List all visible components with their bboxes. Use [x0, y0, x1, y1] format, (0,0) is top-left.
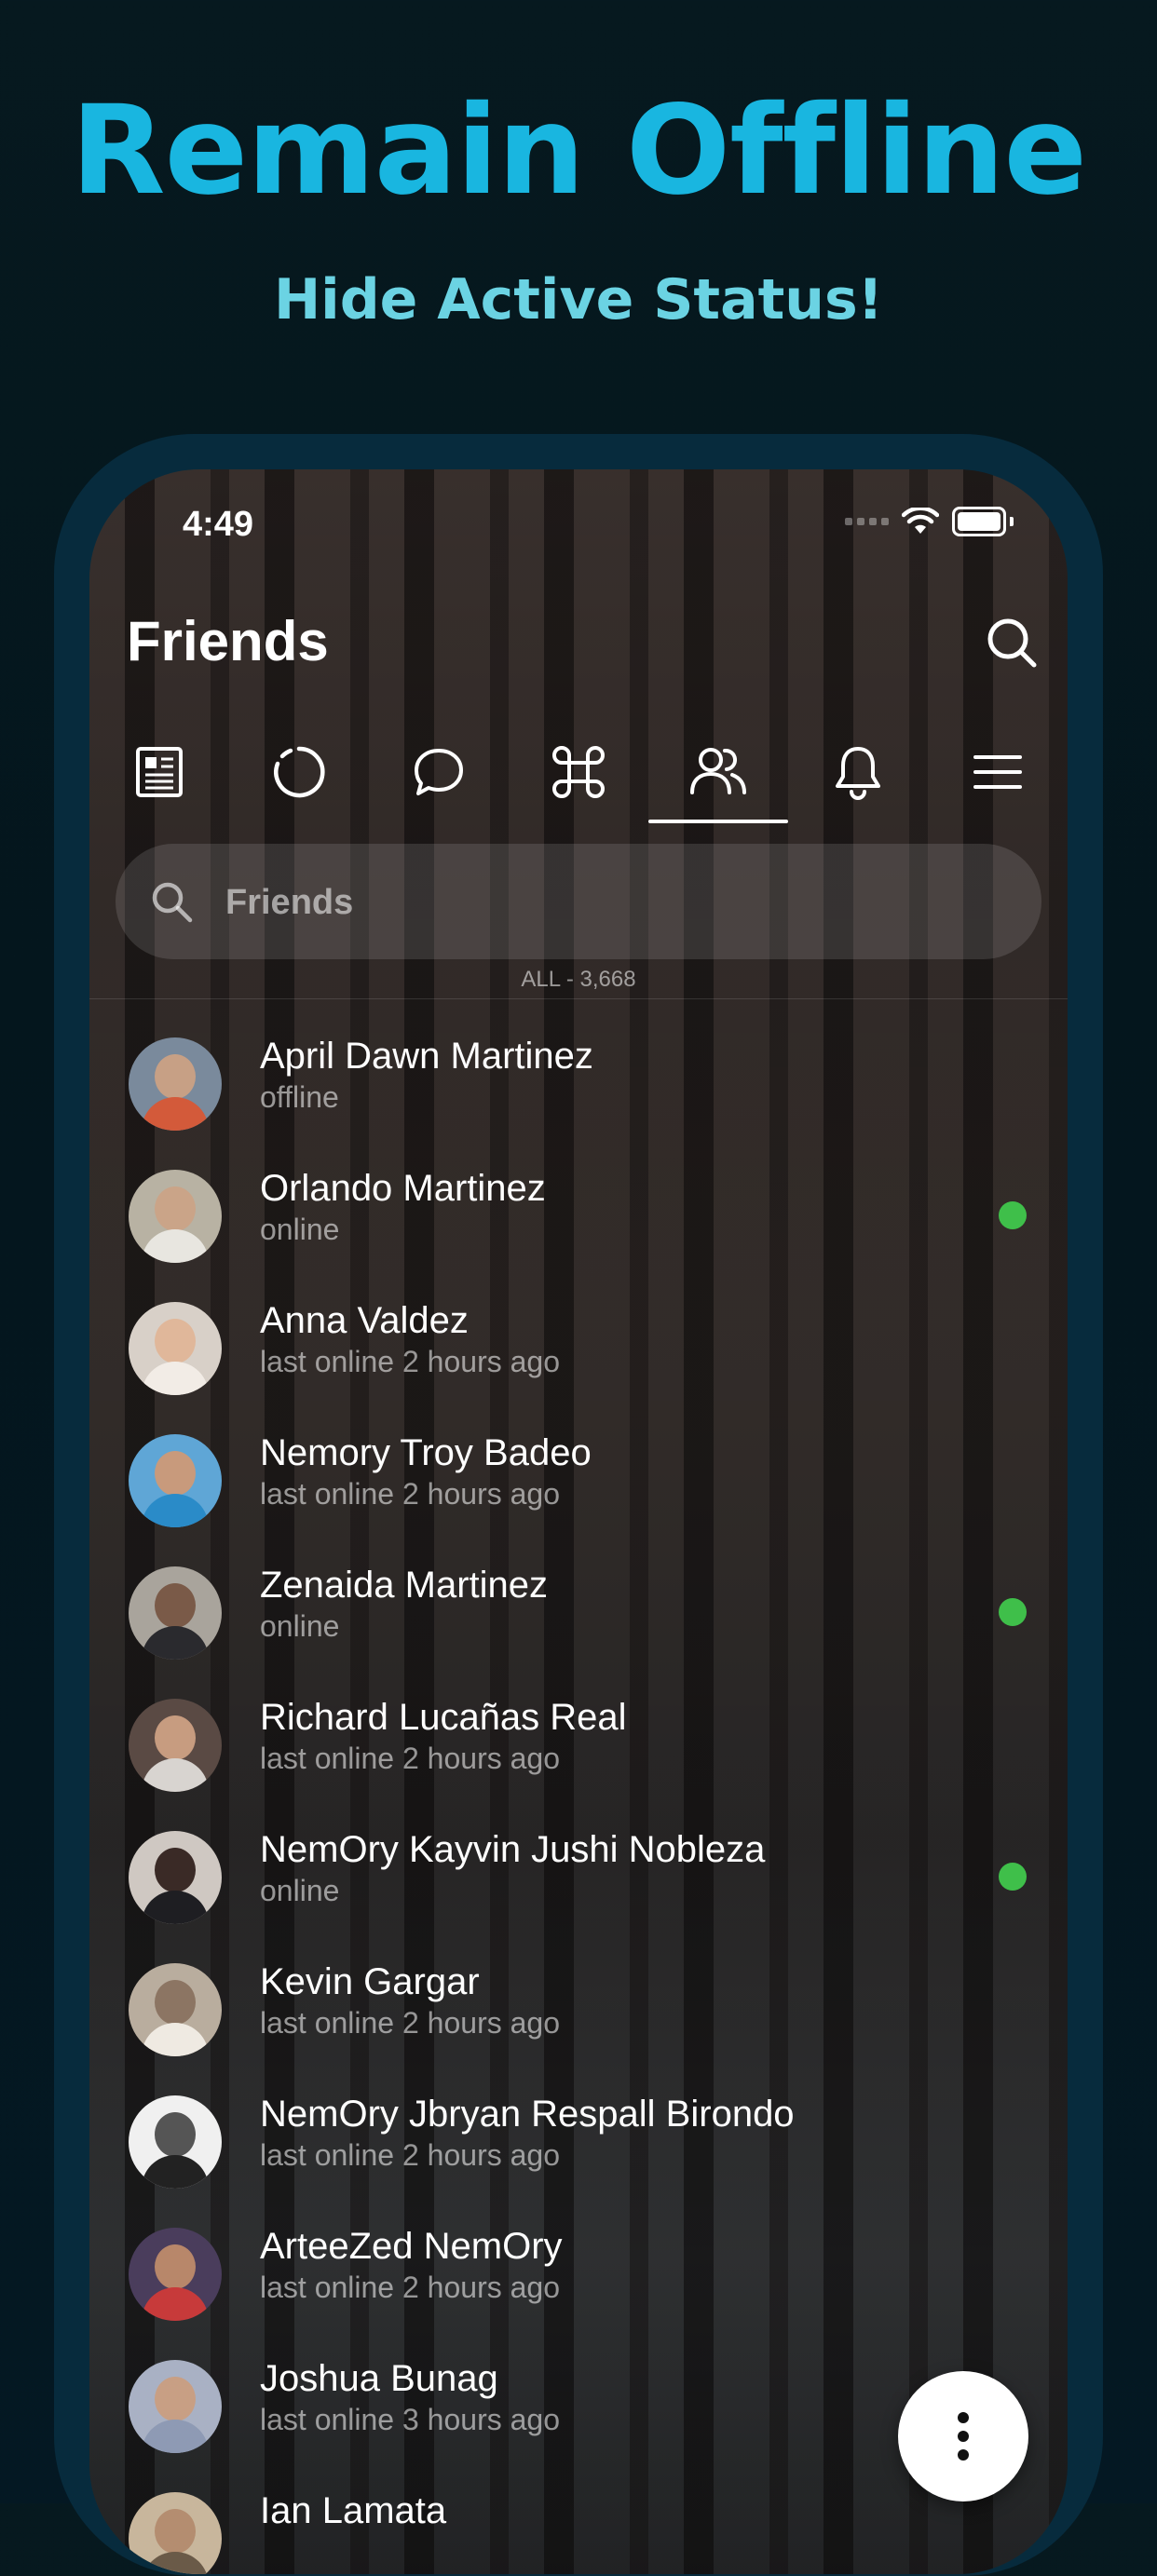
divider — [89, 998, 1068, 999]
bell-icon — [836, 747, 880, 800]
status-icons — [845, 507, 1014, 536]
more-options-button[interactable] — [898, 2371, 1028, 2501]
friend-status: online — [260, 1213, 340, 1246]
avatar — [129, 1037, 222, 1131]
chat-icon — [415, 749, 463, 795]
online-indicator — [999, 1863, 1027, 1891]
friends-search-input[interactable] — [224, 872, 991, 933]
tab-bar — [89, 721, 1068, 823]
promo-headline: Remain Offline — [70, 79, 1087, 223]
friend-row[interactable]: Kevin Gargar last online 2 hours ago — [89, 1943, 1068, 2075]
friend-status: last online 2 hours ago — [260, 2138, 560, 2172]
avatar — [129, 2228, 222, 2321]
friend-list: April Dawn Martinez offline Orlando Mart… — [89, 1017, 1068, 2574]
friends-count-label: ALL - 3,668 — [521, 967, 636, 992]
tab-news-feed[interactable] — [89, 721, 229, 823]
friend-name: Kevin Gargar — [260, 1961, 480, 2002]
avatar — [129, 1302, 222, 1395]
friend-row[interactable]: Richard Lucañas Real last online 2 hours… — [89, 1678, 1068, 1810]
search-button[interactable] — [984, 615, 1040, 671]
friend-name: Zenaida Martinez — [260, 1565, 549, 1606]
online-indicator — [999, 1201, 1027, 1229]
tab-shortcuts[interactable] — [509, 721, 648, 823]
friend-name: NemOry Kayvin Jushi Nobleza — [260, 1829, 766, 1870]
tab-chats[interactable] — [369, 721, 509, 823]
friend-status: last online 2 hours ago — [260, 2006, 560, 2040]
avatar — [129, 1566, 222, 1660]
friend-row[interactable]: ArteeZed NemOry last online 2 hours ago — [89, 2207, 1068, 2339]
status-time: 4:49 — [183, 505, 254, 544]
friend-row[interactable]: Nemory Troy Badeo last online 2 hours ag… — [89, 1414, 1068, 1546]
avatar — [129, 2095, 222, 2189]
friend-status: online — [260, 1874, 340, 1907]
friends-search-bar[interactable] — [116, 844, 1041, 959]
friend-row[interactable]: NemOry Kayvin Jushi Nobleza online — [89, 1810, 1068, 1943]
command-icon — [552, 746, 605, 798]
friend-status: last online 2 hours ago — [260, 2271, 560, 2304]
more-vertical-icon — [958, 2412, 969, 2461]
tab-friends[interactable] — [648, 721, 788, 823]
avatar — [129, 1831, 222, 1924]
phone-screen: 4:49 Friends Friends ALL - 3,668 April D… — [89, 469, 1068, 2574]
friend-name: Anna Valdez — [260, 1300, 469, 1341]
search-icon — [987, 618, 1037, 668]
avatar — [129, 1963, 222, 2056]
news-feed-icon — [136, 747, 183, 797]
friend-name: Orlando Martinez — [260, 1168, 546, 1209]
battery-cap — [1010, 517, 1014, 526]
friend-row[interactable]: April Dawn Martinez offline — [89, 1017, 1068, 1149]
wifi-icon — [902, 508, 939, 534]
friend-row[interactable]: NemOry Jbryan Respall Birondo last onlin… — [89, 2075, 1068, 2207]
promo-subheadline: Hide Active Status! — [273, 267, 884, 332]
friend-name: Ian Lamata — [260, 2490, 447, 2531]
tab-stories[interactable] — [229, 721, 369, 823]
avatar — [129, 2492, 222, 2574]
tab-notifications[interactable] — [788, 721, 928, 823]
friend-row[interactable]: Anna Valdez last online 2 hours ago — [89, 1281, 1068, 1414]
avatar — [129, 1699, 222, 1792]
friend-name: NemOry Jbryan Respall Birondo — [260, 2094, 795, 2135]
stories-icon — [274, 746, 325, 798]
online-indicator — [999, 1598, 1027, 1626]
friend-name: Richard Lucañas Real — [260, 1697, 627, 1738]
menu-icon — [973, 755, 1022, 789]
friend-status: offline — [260, 1080, 339, 1114]
battery-icon — [952, 507, 1006, 536]
friend-status: last online 2 hours ago — [260, 1477, 560, 1511]
friend-status: last online 2 hours ago — [260, 1345, 560, 1378]
friend-row[interactable]: Ian Lamata — [89, 2472, 1068, 2574]
friend-row[interactable]: Zenaida Martinez online — [89, 1546, 1068, 1678]
friend-name: April Dawn Martinez — [260, 1036, 593, 1077]
friend-status: last online 2 hours ago — [260, 1742, 560, 1775]
avatar — [129, 1170, 222, 1263]
friend-name: ArteeZed NemOry — [260, 2226, 563, 2267]
friend-status: last online 3 hours ago — [260, 2403, 560, 2436]
avatar — [129, 1434, 222, 1527]
friends-icon — [690, 748, 746, 794]
friend-name: Nemory Troy Badeo — [260, 1432, 592, 1473]
tab-menu[interactable] — [928, 721, 1068, 823]
friend-name: Joshua Bunag — [260, 2358, 498, 2399]
page-title: Friends — [127, 610, 329, 672]
friend-status: online — [260, 1609, 340, 1643]
cellular-signal-icon — [845, 518, 889, 525]
search-icon — [152, 882, 193, 923]
friend-row[interactable]: Orlando Martinez online — [89, 1149, 1068, 1281]
avatar — [129, 2360, 222, 2453]
